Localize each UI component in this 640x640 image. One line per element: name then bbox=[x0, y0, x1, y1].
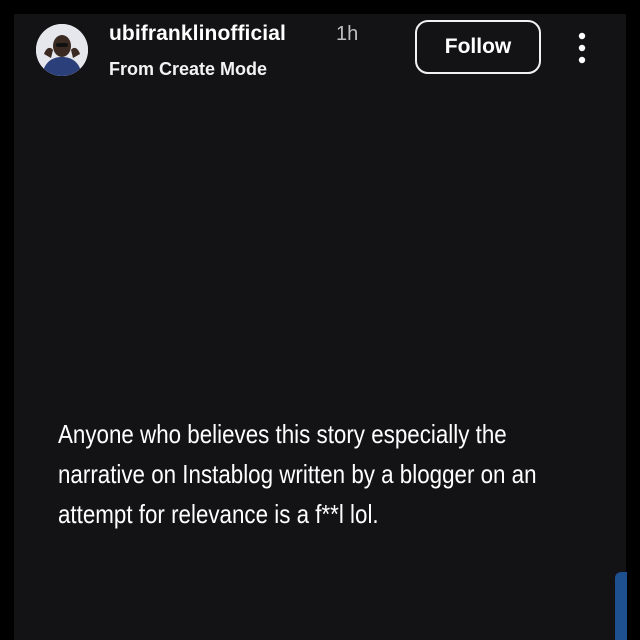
avatar-photo bbox=[36, 24, 88, 76]
username[interactable]: ubifranklinofficial bbox=[109, 22, 286, 46]
story-header: ubifranklinofficial 1h From Create Mode … bbox=[14, 14, 626, 94]
story-text: Anyone who believes this story especiall… bbox=[58, 419, 537, 529]
avatar[interactable] bbox=[36, 24, 88, 76]
create-mode-label: From Create Mode bbox=[109, 59, 268, 79]
story-card: ubifranklinofficial 1h From Create Mode … bbox=[14, 14, 626, 640]
follow-button[interactable]: Follow bbox=[415, 20, 541, 74]
more-vertical-icon[interactable] bbox=[570, 30, 594, 66]
story-screen: ubifranklinofficial 1h From Create Mode … bbox=[0, 0, 640, 640]
timestamp: 1h bbox=[336, 23, 359, 45]
next-story-edge[interactable] bbox=[615, 572, 627, 640]
